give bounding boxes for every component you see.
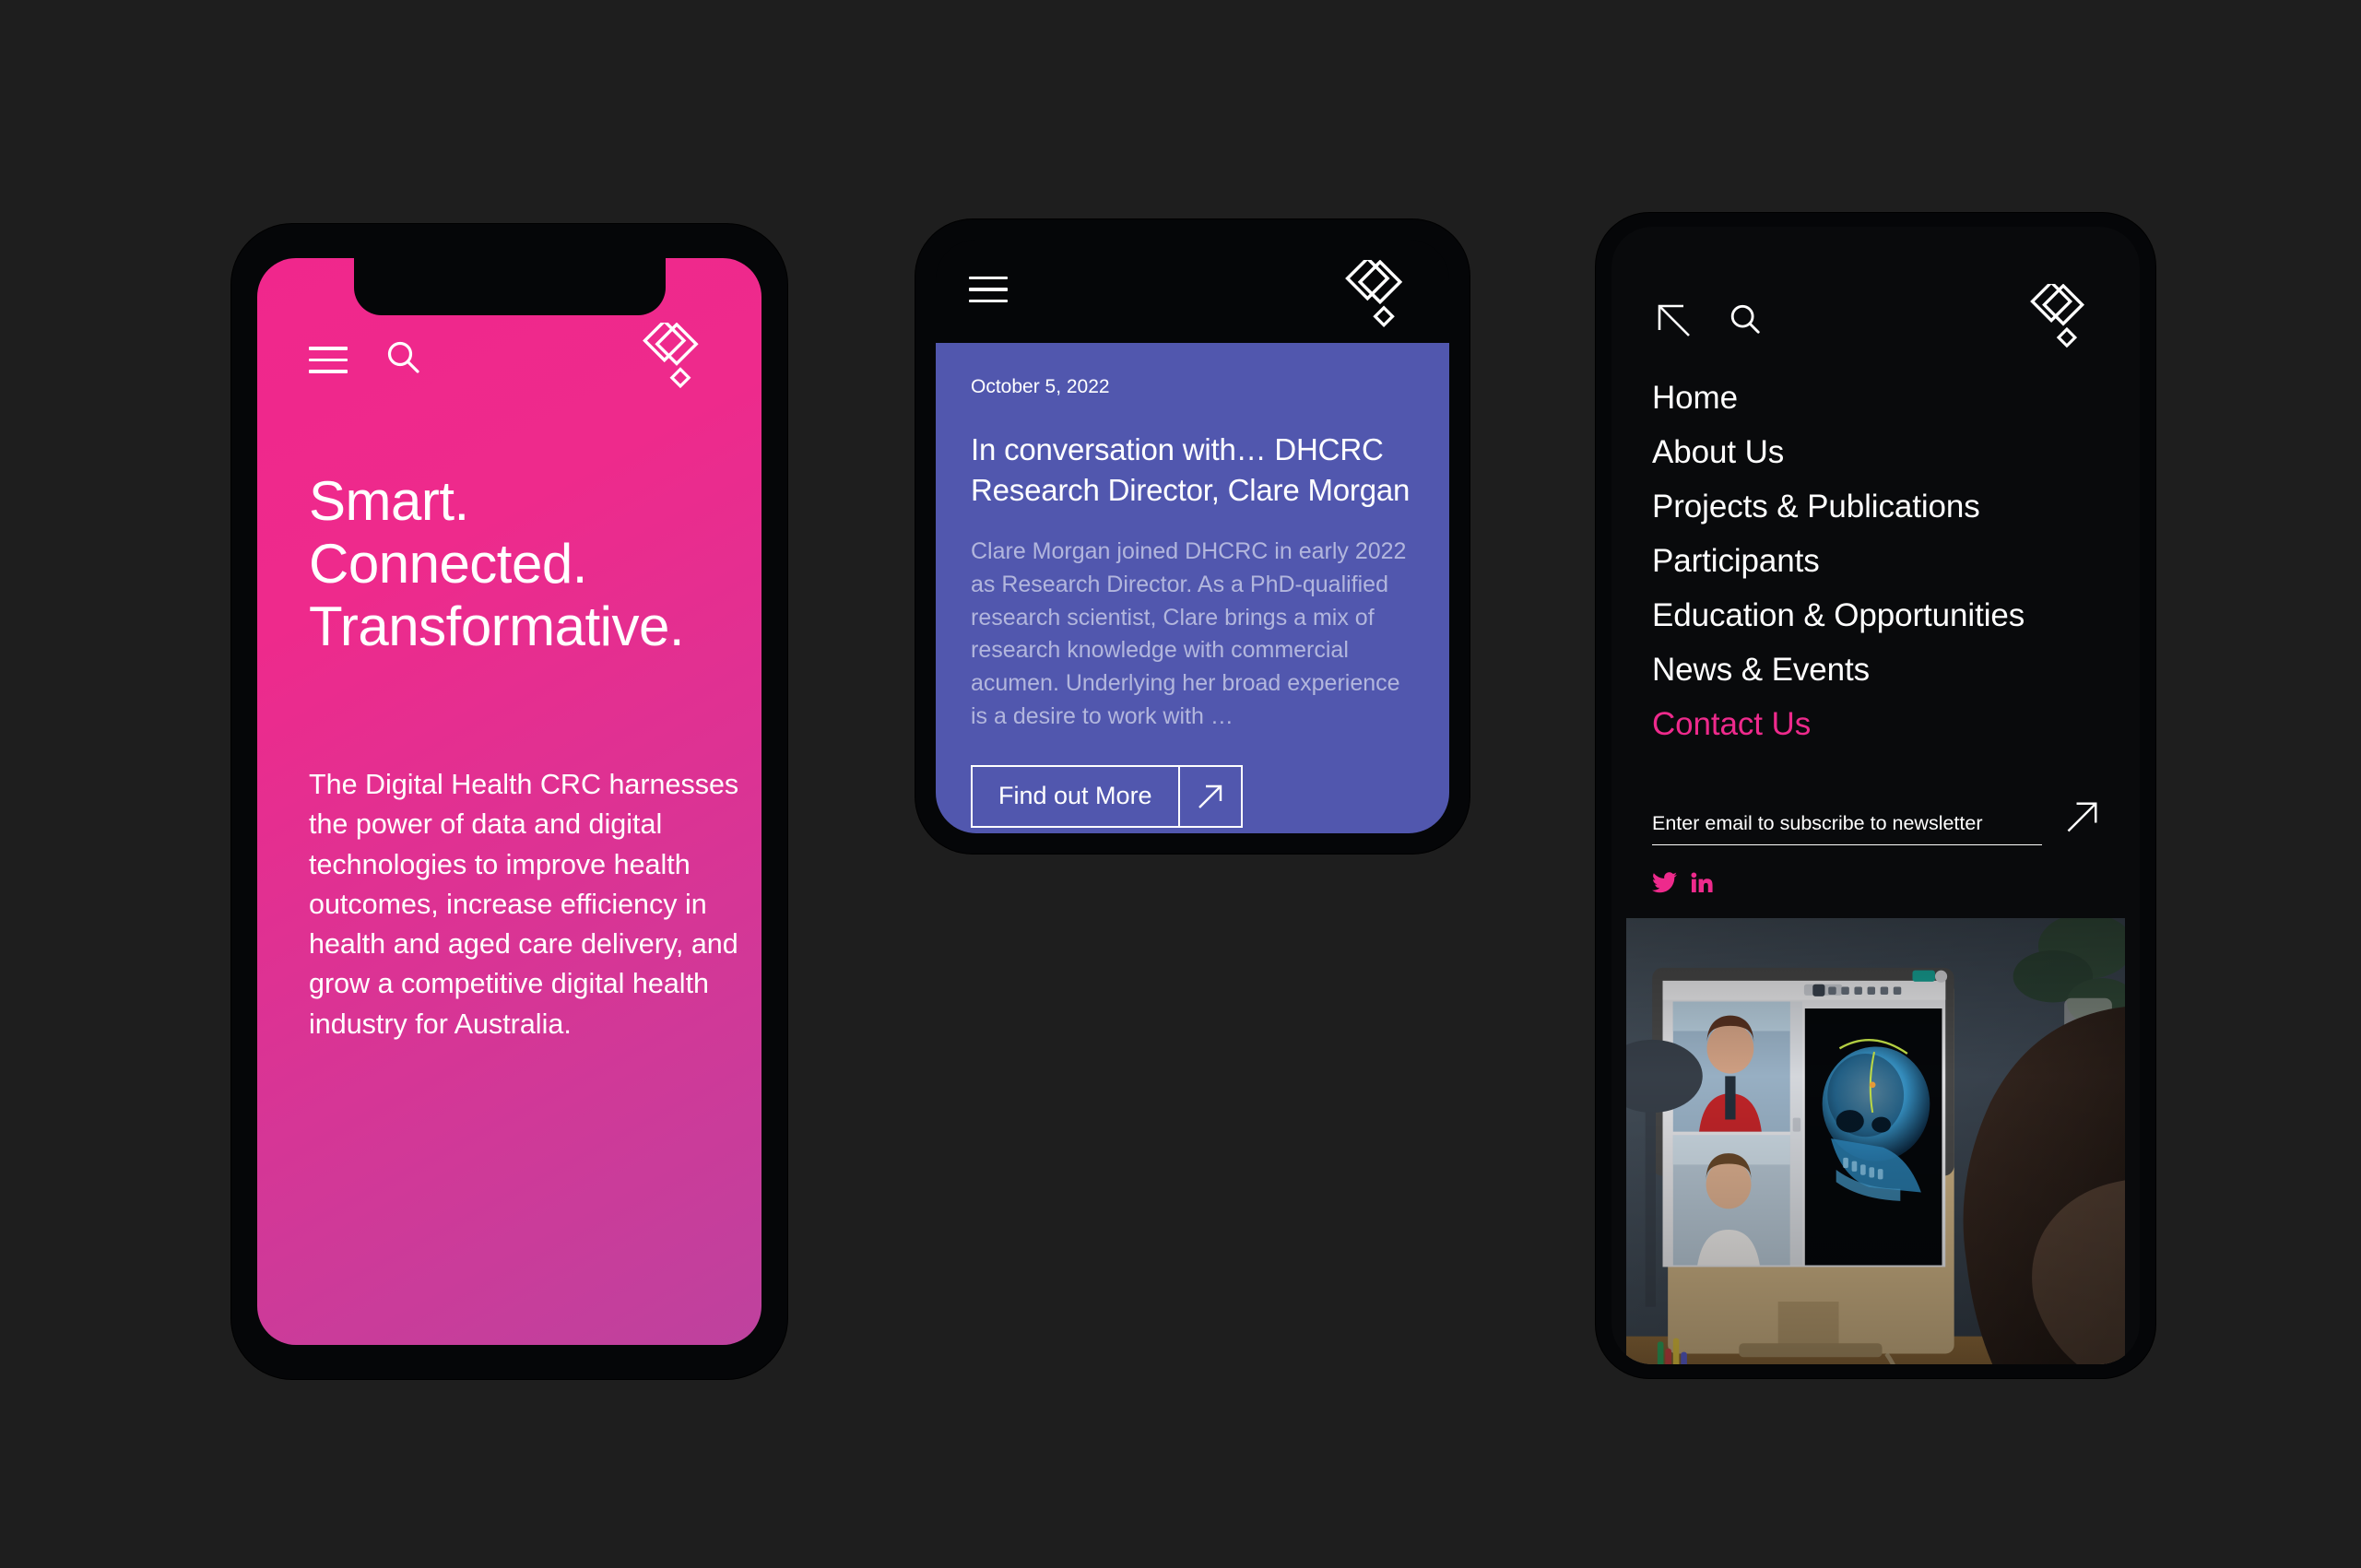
social-links xyxy=(1652,872,1713,898)
newsletter-signup xyxy=(1652,796,2103,845)
main-navigation: Home About Us Projects & Publications Pa… xyxy=(1652,382,2103,740)
dhcrc-logo-icon[interactable] xyxy=(1344,255,1418,335)
title-line-1: Smart. xyxy=(309,470,469,532)
mockup-canvas: Smart. Connected. Transformative. The Di… xyxy=(0,0,2361,1568)
nav-item-education-opportunities[interactable]: Education & Opportunities xyxy=(1652,599,2103,631)
news-card-purple[interactable]: October 5, 2022 In conversation with… DH… xyxy=(936,343,1449,833)
card-date: October 5, 2022 xyxy=(971,376,1110,397)
telehealth-photo xyxy=(1626,918,2125,1364)
nav-item-contact-us[interactable]: Contact Us xyxy=(1652,708,2103,740)
cta-label: Find out More xyxy=(998,782,1152,810)
nav-item-about-us[interactable]: About Us xyxy=(1652,436,2103,468)
card-title: In conversation with… DHCRC Research Dir… xyxy=(971,432,1411,507)
search-icon[interactable] xyxy=(1728,302,1763,342)
search-icon[interactable] xyxy=(384,339,421,381)
phone2-screen: October 5, 2022 In conversation with… DH… xyxy=(936,240,1449,833)
newsletter-submit-arrow-up-right-icon[interactable] xyxy=(2062,796,2103,845)
dhcrc-logo-icon[interactable] xyxy=(642,318,714,395)
nav-item-home[interactable]: Home xyxy=(1652,382,2103,414)
linkedin-icon[interactable] xyxy=(1690,872,1713,898)
hamburger-menu-icon[interactable] xyxy=(969,277,1008,303)
phone2-header xyxy=(936,240,1449,343)
nav-item-projects-publications[interactable]: Projects & Publications xyxy=(1652,490,2103,523)
newsletter-email-input[interactable] xyxy=(1652,812,2042,845)
phone3-screen: Home About Us Projects & Publications Pa… xyxy=(1611,227,2140,1364)
dhcrc-logo-icon[interactable] xyxy=(2029,279,2099,355)
arrow-up-left-close-icon[interactable] xyxy=(1654,301,1693,344)
phone1-header xyxy=(309,339,421,381)
intro-paragraph: The Digital Health CRC harnesses the pow… xyxy=(309,769,739,1040)
title-line-3: Transformative. xyxy=(309,595,685,657)
nav-item-news-events[interactable]: News & Events xyxy=(1652,654,2103,686)
phone-mockup-news: October 5, 2022 In conversation with… DH… xyxy=(915,219,1470,854)
phone-mockup-home: Smart. Connected. Transformative. The Di… xyxy=(231,224,787,1379)
nav-item-participants[interactable]: Participants xyxy=(1652,545,2103,577)
twitter-icon[interactable] xyxy=(1652,872,1677,898)
phone1-notch xyxy=(353,258,666,315)
arrow-up-right-icon xyxy=(1177,766,1241,826)
title-line-2: Connected. xyxy=(309,532,587,595)
card-description: Clare Morgan joined DHCRC in early 2022 … xyxy=(971,538,1407,729)
page-title: Smart. Connected. Transformative. xyxy=(309,470,685,657)
hamburger-menu-icon[interactable] xyxy=(309,347,348,373)
phone1-screen: Smart. Connected. Transformative. The Di… xyxy=(257,258,761,1345)
phone-mockup-menu: Home About Us Projects & Publications Pa… xyxy=(1596,213,2155,1378)
find-out-more-button[interactable]: Find out More xyxy=(971,764,1243,828)
phone3-header xyxy=(1654,301,1763,344)
